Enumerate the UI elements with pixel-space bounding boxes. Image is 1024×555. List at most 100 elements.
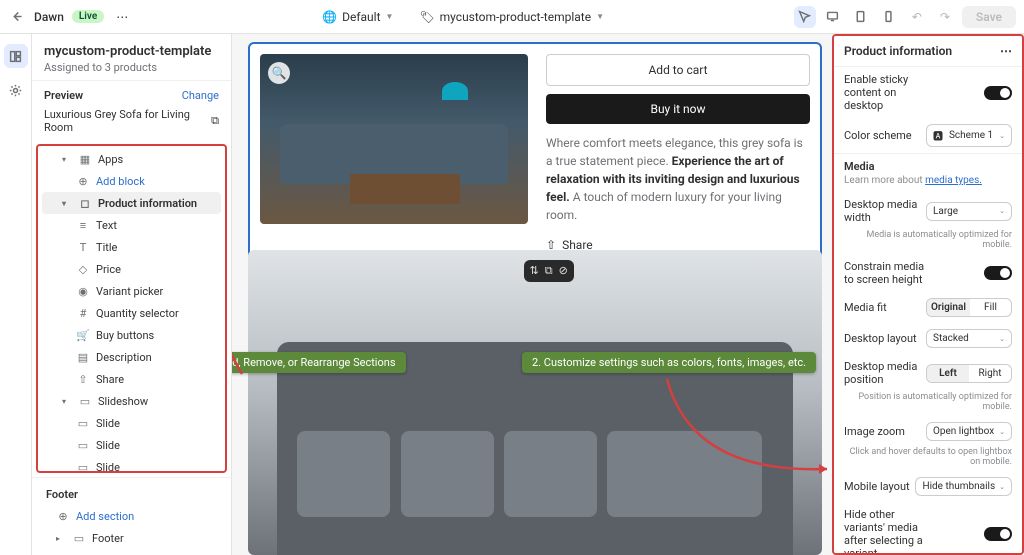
layout-label: Desktop layout (844, 332, 917, 345)
footer-section[interactable]: ▸▭Footer (36, 527, 227, 549)
plus-icon: ⊕ (76, 174, 90, 188)
media-section-label: Media (834, 153, 1022, 175)
chevron-down-icon: ▾ (62, 199, 72, 208)
slideshow-preview[interactable]: ⇅ ⧉ ⊘ (248, 250, 822, 555)
hide-variants-label: Hide other variants' media after selecti… (844, 508, 934, 555)
desktop-button[interactable] (822, 6, 844, 28)
share-icon: ⇧ (76, 372, 90, 386)
settings-panel: Product information ⋯ Enable sticky conte… (832, 34, 1024, 555)
image-icon: ▭ (76, 416, 90, 430)
mobile-layout-label: Mobile layout (844, 480, 910, 493)
section-tree: ▾▦Apps ⊕Add block ▾◻Product information … (36, 144, 227, 473)
tag-icon: 🏷 (419, 10, 434, 24)
sticky-toggle[interactable] (984, 86, 1012, 100)
plus-icon: ⊕ (56, 509, 70, 523)
fit-segmented[interactable]: OriginalFill (926, 298, 1012, 317)
undo-button[interactable]: ↶ (906, 6, 928, 28)
image-icon: ▭ (76, 438, 90, 452)
desktop-width-select[interactable]: Large⌄ (926, 202, 1012, 221)
scheme-select[interactable]: 🅰Scheme 1⌄ (926, 124, 1012, 147)
redo-button[interactable]: ↷ (934, 6, 956, 28)
template-title: mycustom-product-template (44, 44, 219, 59)
chevron-down-icon: ▾ (62, 155, 72, 164)
back-button[interactable] (8, 8, 26, 26)
zoom-label: Image zoom (844, 425, 905, 438)
variant-icon: ◉ (76, 284, 90, 298)
title-icon: T (76, 240, 90, 254)
change-preview-link[interactable]: Change (182, 89, 219, 102)
more-button[interactable]: ⋯ (112, 8, 132, 26)
settings-rail-button[interactable] (4, 78, 28, 102)
inspector-button[interactable] (794, 6, 816, 28)
mobile-button[interactable] (878, 6, 900, 28)
add-section-footer[interactable]: ⊕Add section (36, 505, 227, 527)
scheme-label: Color scheme (844, 129, 912, 142)
annotation-1: 1. Add, Remove, or Rearrange Sections (232, 352, 406, 373)
cart-icon: 🛒 (76, 328, 90, 342)
text-icon: ≡ (76, 218, 90, 232)
position-segmented[interactable]: LeftRight (926, 364, 1012, 383)
chevron-down-icon: ▼ (596, 12, 604, 21)
reorder-icon[interactable]: ⇅ (530, 264, 539, 278)
chevron-down-icon: ▼ (386, 12, 394, 21)
layout-select[interactable]: Stacked⌄ (926, 329, 1012, 348)
panel-more-button[interactable]: ⋯ (1000, 44, 1012, 58)
description-block[interactable]: ▤Description (42, 346, 221, 368)
slide-item[interactable]: ▭Slide (42, 456, 221, 473)
save-button: Save (962, 6, 1016, 28)
zoom-select[interactable]: Open lightbox⌄ (926, 422, 1012, 441)
apps-group[interactable]: ▾▦Apps (42, 148, 221, 170)
hide-variants-toggle[interactable] (984, 527, 1012, 541)
zoom-icon[interactable]: 🔍 (268, 62, 290, 84)
footer-icon: ▭ (72, 531, 86, 545)
sticky-label: Enable sticky content on desktop (844, 73, 934, 112)
topbar: Dawn Live ⋯ 🌐Default▼ 🏷mycustom-product-… (0, 0, 1024, 34)
preview-label: Preview (44, 89, 83, 102)
palette-icon: 🅰 (933, 128, 943, 143)
share-block[interactable]: ⇧Share (42, 368, 221, 390)
product-info-preview[interactable]: 🔍 Add to cart Buy it now Where comfort m… (248, 42, 822, 264)
template-selector[interactable]: 🏷mycustom-product-template▼ (411, 7, 612, 27)
slide-item[interactable]: ▭Slide (42, 434, 221, 456)
product-info-section[interactable]: ▾◻Product information (42, 192, 221, 214)
variant-block[interactable]: ◉Variant picker (42, 280, 221, 302)
annotation-2: 2. Customize settings such as colors, fo… (522, 352, 816, 373)
text-block[interactable]: ≡Text (42, 214, 221, 236)
price-block[interactable]: ◇Price (42, 258, 221, 280)
external-icon[interactable]: ⧉ (211, 114, 219, 128)
add-block-button[interactable]: ⊕Add block (42, 170, 221, 192)
tablet-button[interactable] (850, 6, 872, 28)
constrain-toggle[interactable] (984, 266, 1012, 280)
fit-label: Media fit (844, 301, 887, 314)
doc-icon: ▤ (76, 350, 90, 364)
preview-product: Luxurious Grey Sofa for Living Room⧉ (32, 108, 231, 142)
slide-item[interactable]: ▭Slide (42, 412, 221, 434)
mobile-layout-select[interactable]: Hide thumbnails⌄ (915, 477, 1012, 496)
sidebar: mycustom-product-template Assigned to 3 … (32, 34, 232, 555)
globe-icon: 🌐 (322, 10, 337, 24)
panel-title: Product information (844, 44, 952, 58)
slideshow-section[interactable]: ▾▭Slideshow (42, 390, 221, 412)
hash-icon: # (76, 306, 90, 320)
device-selector[interactable]: 🌐Default▼ (314, 7, 401, 27)
add-to-cart-button[interactable]: Add to cart (546, 54, 810, 86)
status-badge: Live (72, 10, 104, 23)
template-assigned: Assigned to 3 products (44, 61, 219, 74)
preview-toolbar: ⇅ ⧉ ⊘ (524, 260, 574, 282)
quantity-block[interactable]: #Quantity selector (42, 302, 221, 324)
desktop-width-label: Desktop media width (844, 198, 926, 224)
product-image: 🔍 (260, 54, 528, 224)
price-icon: ◇ (76, 262, 90, 276)
desktop-width-note: Media is automatically optimized for mob… (834, 230, 1022, 254)
media-types-link[interactable]: media types. (925, 175, 982, 186)
buy-now-button[interactable]: Buy it now (546, 94, 810, 124)
zoom-note: Click and hover defaults to open lightbo… (834, 447, 1022, 471)
title-block[interactable]: TTitle (42, 236, 221, 258)
chevron-right-icon: ▸ (56, 534, 66, 543)
duplicate-icon[interactable]: ⧉ (545, 264, 553, 278)
hide-icon[interactable]: ⊘ (559, 264, 568, 278)
grid-icon: ▦ (78, 152, 92, 166)
buy-buttons-block[interactable]: 🛒Buy buttons (42, 324, 221, 346)
sections-rail-button[interactable] (4, 44, 28, 68)
image-icon: ▭ (76, 460, 90, 473)
